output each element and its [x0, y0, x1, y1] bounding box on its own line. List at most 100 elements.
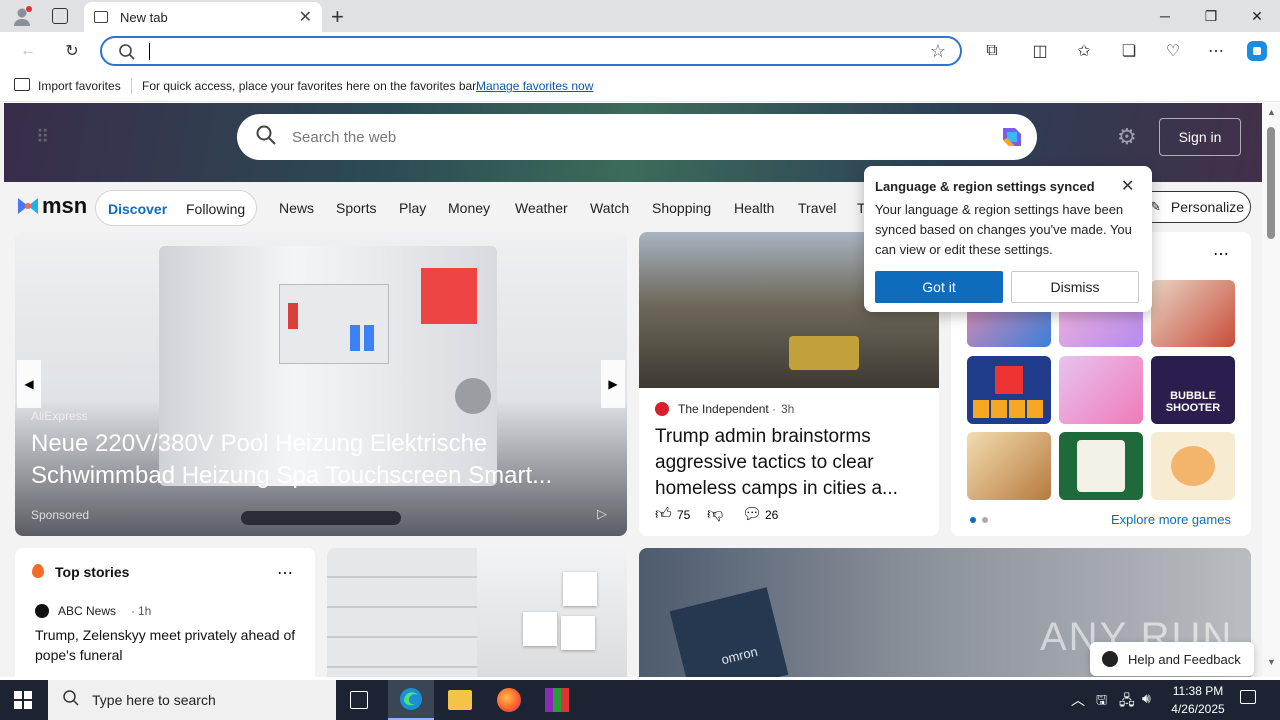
nav-sports[interactable]: Sports [336, 200, 376, 216]
comment-icon[interactable]: 💬︎ [742, 504, 762, 524]
extensions-icon[interactable]: ⧉ [980, 40, 1004, 62]
games-pager-dot[interactable] [982, 517, 988, 523]
nav-play[interactable]: Play [399, 200, 426, 216]
garage-image-card[interactable] [327, 548, 627, 677]
game-tile-blocks[interactable] [967, 356, 1051, 424]
file-explorer-icon[interactable] [448, 690, 472, 710]
games-more-icon[interactable]: ⋯ [1213, 244, 1229, 264]
nav-money[interactable]: Money [448, 200, 490, 216]
tab-actions-icon[interactable] [52, 8, 68, 24]
story-headline[interactable]: Trump, Zelenskyy meet privately ahead of… [35, 625, 305, 665]
firefox-icon[interactable] [497, 688, 521, 712]
new-tab-button[interactable]: + [331, 4, 344, 30]
scroll-up-icon[interactable]: ▲ [1267, 107, 1276, 117]
winrar-icon[interactable] [545, 688, 569, 712]
import-favorites-link[interactable]: Import favorites [38, 79, 121, 93]
cat-face [1171, 446, 1215, 486]
taskbar-edge-button[interactable] [388, 680, 434, 720]
msn-logo-text: msn [42, 193, 88, 218]
like-icon[interactable]: 👍︎ [655, 505, 672, 524]
help-feedback-button[interactable]: Help and Feedback [1090, 642, 1254, 676]
nav-weather[interactable]: Weather [515, 200, 568, 216]
got-it-button[interactable]: Got it [875, 271, 1003, 303]
copilot-icon[interactable] [1245, 40, 1269, 62]
heater-keypad [350, 325, 374, 351]
explore-games-link[interactable]: Explore more games [1111, 512, 1231, 527]
restore-button[interactable]: ❐ [1188, 0, 1234, 32]
nav-health[interactable]: Health [734, 200, 774, 216]
msn-search-box[interactable]: Search the web [237, 114, 1037, 160]
games-pager-dot-active[interactable] [970, 517, 976, 523]
tab-following[interactable]: Following [186, 201, 245, 217]
scroll-thumb[interactable] [1267, 127, 1275, 239]
browser-essentials-icon[interactable]: ♡ [1161, 40, 1185, 62]
heater-warning-label [288, 303, 298, 329]
popup-body: Your language & region settings have bee… [875, 202, 1132, 257]
clock-time[interactable]: 11:38 PM [1170, 684, 1226, 698]
scroll-down-icon[interactable]: ▼ [1267, 657, 1276, 667]
popup-title: Language & region settings synced [875, 179, 1095, 194]
more-menu-icon[interactable]: ⋯ [1204, 40, 1228, 62]
carousel-prev-button[interactable]: ◀ [17, 360, 41, 408]
sponsored-hero-card[interactable]: ◀ ▶ AliExpress Neue 220V/380V Pool Heizu… [15, 232, 627, 536]
settings-gear-icon[interactable]: ⚙ [1117, 124, 1137, 150]
ad-choices-icon[interactable]: ▷ [597, 506, 607, 522]
top-stories-heading[interactable]: Top stories [55, 564, 129, 580]
copilot-search-icon[interactable] [997, 122, 1027, 157]
popup-close-icon[interactable]: ✕ [1121, 176, 1134, 196]
game-tile-3[interactable] [1151, 280, 1235, 347]
manage-favorites-link[interactable]: Manage favorites now [476, 79, 593, 93]
carousel-next-button[interactable]: ▶ [601, 360, 625, 408]
minimize-button[interactable]: ─ [1142, 0, 1188, 32]
favorites-icon[interactable]: ✩ [1072, 40, 1096, 62]
windows-taskbar: Type here to search ︿ 🖫︎ 🖧︎ 🔊︎ 11:38 PM … [0, 680, 1280, 720]
feedback-icon [1102, 651, 1118, 667]
import-favorites-icon[interactable] [14, 78, 30, 91]
carousel-dots[interactable] [241, 511, 401, 525]
tab-discover[interactable]: Discover [108, 201, 167, 217]
network-icon[interactable]: 🖧︎ [1119, 690, 1135, 714]
mahjong-tiles [1077, 440, 1125, 492]
refresh-icon[interactable]: ↻ [60, 40, 84, 62]
device-icon[interactable]: 🖫︎ [1096, 691, 1107, 713]
game-tile-makeup[interactable] [1059, 356, 1143, 424]
game-tile-wood[interactable] [967, 432, 1051, 500]
profile-icon[interactable] [12, 6, 32, 26]
nav-watch[interactable]: Watch [590, 200, 629, 216]
address-bar[interactable]: ☆ [100, 36, 962, 66]
nav-news[interactable]: News [279, 200, 314, 216]
start-button[interactable] [14, 691, 32, 709]
taskbar-search-box[interactable]: Type here to search [48, 680, 336, 720]
game-tile-bubble-shooter[interactable]: BUBBLE SHOOTER [1151, 356, 1235, 424]
page-scrollbar[interactable]: ▲ ▼ [1262, 103, 1280, 677]
top-stories-more-icon[interactable]: ⋯ [277, 563, 293, 583]
split-screen-icon[interactable]: ◫ [1028, 40, 1052, 62]
dislike-icon[interactable]: 👎︎ [707, 505, 723, 524]
dismiss-button[interactable]: Dismiss [1011, 271, 1139, 303]
clock-date[interactable]: 4/26/2025 [1166, 702, 1230, 716]
task-view-icon[interactable] [350, 691, 368, 709]
personalize-button[interactable]: ✎ Personalize [1137, 191, 1251, 223]
game-tile-cat[interactable] [1151, 432, 1235, 500]
collections-icon[interactable]: ❏ [1117, 40, 1141, 62]
favorite-star-icon[interactable]: ☆ [930, 41, 946, 62]
device-box-2 [523, 612, 557, 646]
notifications-icon[interactable] [1240, 690, 1256, 704]
volume-icon[interactable]: 🔊︎ [1142, 690, 1151, 707]
favorites-bar-divider [131, 78, 132, 94]
search-icon [118, 43, 136, 66]
sign-in-button[interactable]: Sign in [1159, 118, 1241, 156]
hero-title[interactable]: Neue 220V/380V Pool Heizung Elektrische … [31, 428, 591, 492]
close-tab-icon[interactable]: ✕ [299, 7, 312, 27]
show-hidden-icons[interactable]: ︿ [1071, 690, 1085, 710]
game-tile-mahjong[interactable] [1059, 432, 1143, 500]
back-icon[interactable]: ← [16, 40, 40, 62]
news-title[interactable]: Trump admin brainstorms aggressive tacti… [655, 424, 927, 502]
msn-butterfly-icon [18, 198, 38, 214]
nav-travel[interactable]: Travel [798, 200, 836, 216]
msn-logo[interactable]: msn [16, 193, 87, 219]
nav-shopping[interactable]: Shopping [652, 200, 711, 216]
app-launcher-icon[interactable]: ⠿ [36, 127, 49, 148]
close-window-button[interactable]: ✕ [1234, 0, 1280, 32]
tab-new-tab[interactable]: New tab ✕ [84, 2, 322, 32]
